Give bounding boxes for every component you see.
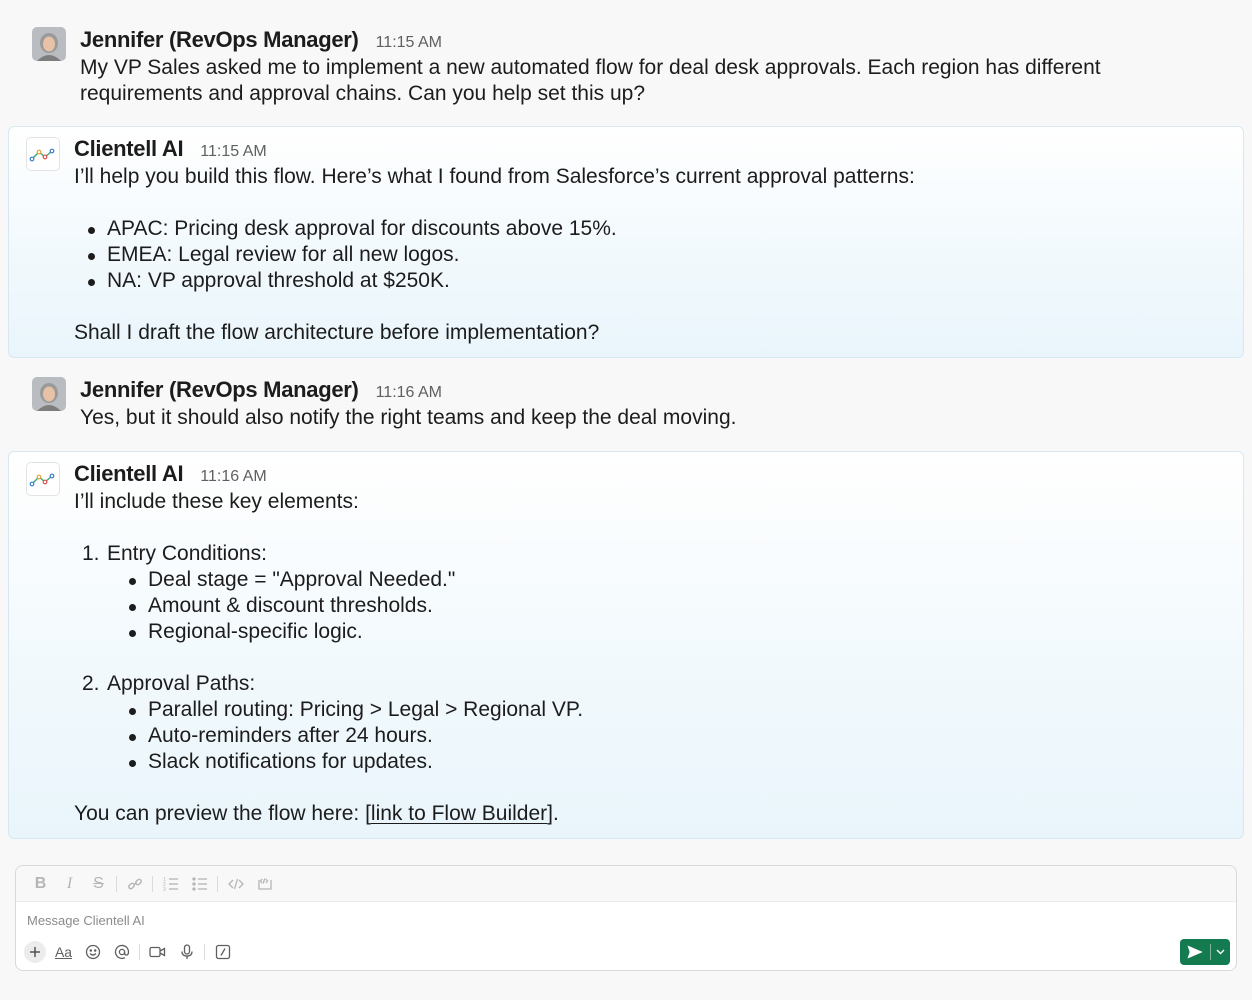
bold-icon[interactable]: B (26, 871, 55, 897)
section-title: Approval Paths: (107, 672, 256, 695)
timestamp[interactable]: 11:16 AM (200, 468, 266, 486)
plus-icon[interactable] (24, 941, 46, 963)
emoji-icon[interactable] (78, 939, 107, 965)
avatar-clientell-ai[interactable] (26, 462, 60, 496)
toolbar-divider (152, 875, 153, 892)
formatting-toolbar: B I S 123 (16, 866, 1236, 902)
video-icon[interactable] (143, 939, 172, 965)
bulleted-list-icon[interactable] (185, 871, 214, 897)
toolbar-divider (204, 944, 205, 960)
list-item: APAC: Pricing desk approval for discount… (86, 216, 1243, 242)
outro-suffix: ]. (547, 802, 559, 825)
message-outro: Shall I draft the flow architecture befo… (74, 321, 600, 344)
region-list: APAC: Pricing desk approval for discount… (74, 216, 1243, 294)
list-item: Regional-specific logic. (127, 619, 1243, 645)
message-outro: You can preview the flow here: [link to … (74, 801, 1243, 827)
toolbar-divider (217, 875, 218, 892)
send-icon[interactable] (1180, 945, 1210, 959)
message-composer: B I S 123 Message Clientell AI Aa (15, 865, 1237, 971)
message-clientell-ai-1: Clientell AI 11:15 AM I’ll help you buil… (8, 126, 1244, 358)
message-input[interactable] (16, 903, 1236, 937)
ordered-list-icon[interactable]: 123 (156, 871, 185, 897)
composer-actions: Aa (22, 939, 1230, 965)
message-text: Yes, but it should also notify the right… (80, 406, 737, 429)
author-name[interactable]: Jennifer (RevOps Manager) (80, 27, 359, 53)
code-icon[interactable] (221, 871, 250, 897)
avatar-clientell-ai[interactable] (26, 137, 60, 171)
toolbar-divider (116, 875, 117, 892)
flow-builder-link[interactable]: link to Flow Builder (371, 802, 547, 825)
clientell-logo-icon (29, 473, 55, 487)
section-number: 2. (82, 672, 100, 695)
strikethrough-icon[interactable]: S (84, 871, 113, 897)
message-intro: I’ll include these key elements: (74, 490, 359, 513)
author-name[interactable]: Clientell AI (74, 136, 184, 162)
italic-icon[interactable]: I (55, 871, 84, 897)
outro-prefix: You can preview the flow here: [ (74, 802, 371, 825)
list-item: Amount & discount thresholds. (127, 593, 1243, 619)
list-item: Parallel routing: Pricing > Legal > Regi… (127, 697, 1243, 723)
list-item: Auto-reminders after 24 hours. (127, 723, 1243, 749)
message-clientell-ai-2: Clientell AI 11:16 AM I’ll include these… (8, 451, 1244, 839)
list-item: NA: VP approval threshold at $250K. (86, 268, 1243, 294)
slash-command-icon[interactable] (208, 939, 237, 965)
mention-icon[interactable] (107, 939, 136, 965)
list-section: 1. Entry Conditions: Deal stage = "Approv… (82, 541, 1243, 645)
avatar-jennifer[interactable] (32, 377, 66, 411)
message-jennifer-2: Jennifer (RevOps Manager) 11:16 AM Yes, … (0, 377, 1252, 431)
list-item: EMEA: Legal review for all new logos. (86, 242, 1243, 268)
svg-text:3: 3 (163, 887, 166, 892)
toolbar-divider (139, 944, 140, 960)
list-item: Deal stage = "Approval Needed." (127, 567, 1243, 593)
microphone-icon[interactable] (172, 939, 201, 965)
formatting-icon[interactable]: Aa (49, 939, 78, 965)
clientell-logo-icon (29, 148, 55, 162)
section-title: Entry Conditions: (107, 542, 267, 565)
avatar-jennifer[interactable] (32, 27, 66, 61)
section-number: 1. (82, 542, 100, 565)
timestamp[interactable]: 11:16 AM (376, 384, 442, 402)
author-name[interactable]: Clientell AI (74, 461, 184, 487)
timestamp[interactable]: 11:15 AM (376, 34, 442, 52)
list-item: Slack notifications for updates. (127, 749, 1243, 775)
code-block-icon[interactable] (250, 871, 279, 897)
elements-list: 1. Entry Conditions: Deal stage = "Approv… (74, 541, 1243, 775)
chevron-down-icon[interactable] (1211, 949, 1230, 955)
message-intro: I’ll help you build this flow. Here’s wh… (74, 165, 915, 188)
timestamp[interactable]: 11:15 AM (200, 143, 266, 161)
spacer (82, 645, 1243, 671)
list-section: 2. Approval Paths: Parallel routing: Pric… (82, 671, 1243, 775)
send-button[interactable] (1180, 939, 1230, 965)
author-name[interactable]: Jennifer (RevOps Manager) (80, 377, 359, 403)
link-icon[interactable] (120, 871, 149, 897)
message-text: My VP Sales asked me to implement a new … (80, 56, 1101, 105)
message-jennifer-1: Jennifer (RevOps Manager) 11:15 AM My VP… (0, 27, 1252, 107)
